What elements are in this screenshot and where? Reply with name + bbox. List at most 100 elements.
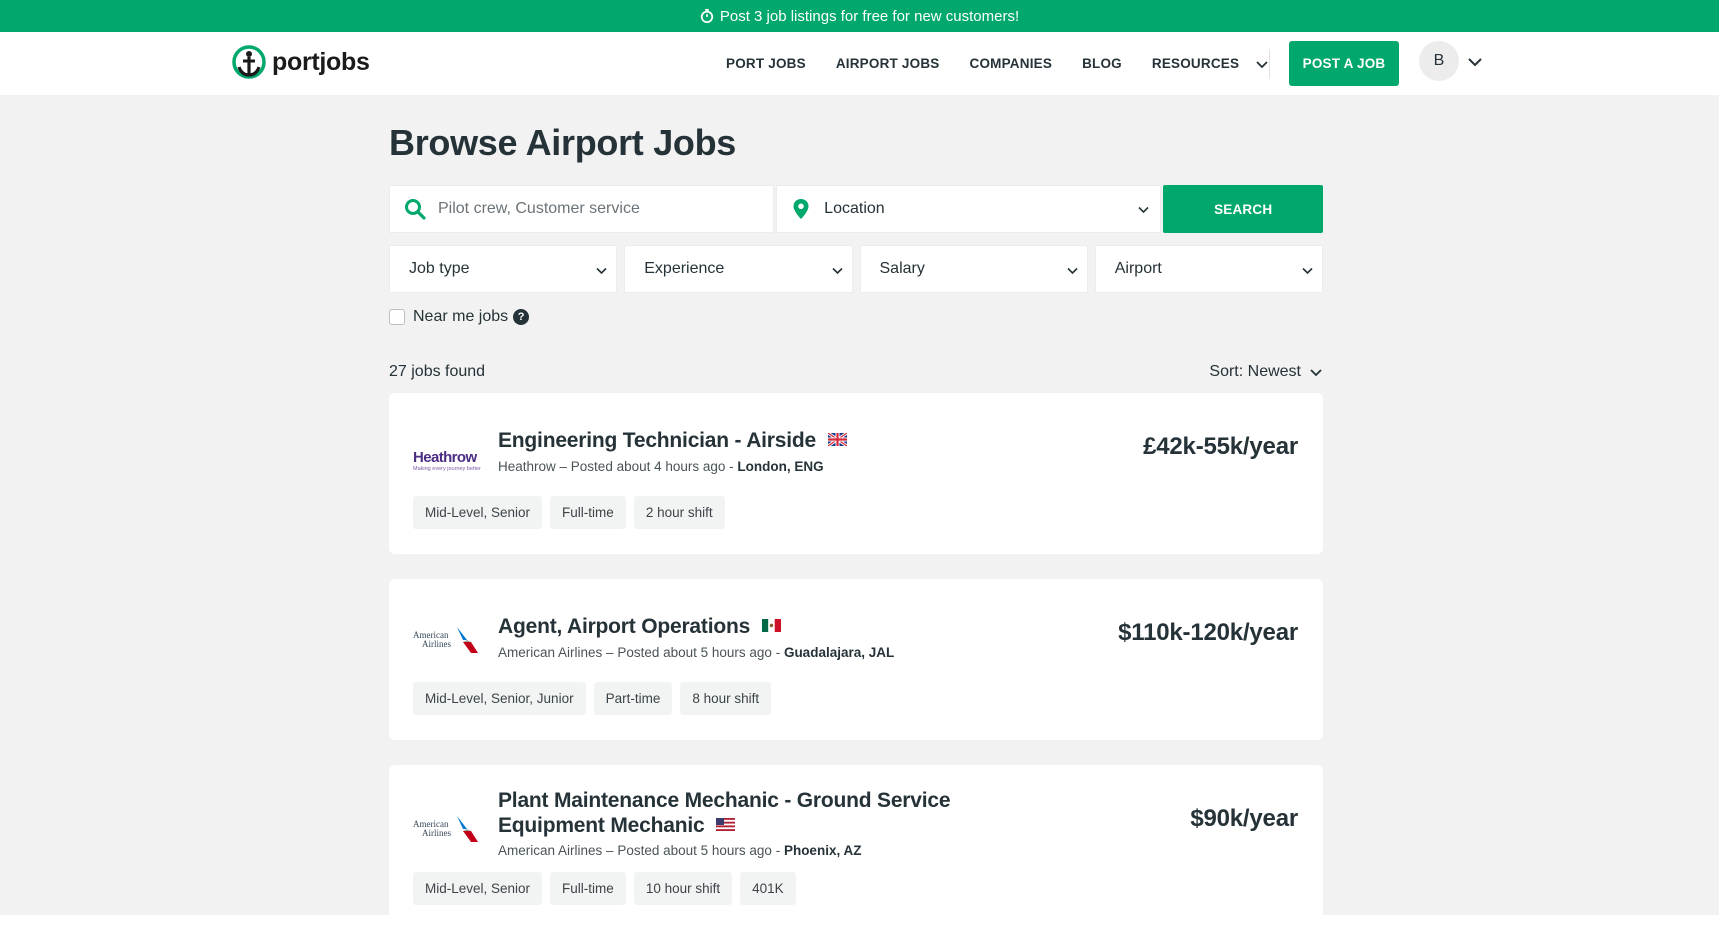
filter-job-type[interactable]: Job type (389, 245, 618, 293)
meta-separator: – (602, 843, 618, 858)
job-title[interactable]: Plant Maintenance Mechanic - Ground Serv… (498, 788, 951, 838)
job-company[interactable]: American Airlines (498, 843, 602, 858)
chevron-down-icon (1302, 267, 1313, 275)
job-tag: 401K (740, 872, 796, 905)
search-button[interactable]: SEARCH (1163, 185, 1323, 233)
job-posted: Posted about 5 hours ago (617, 645, 772, 660)
job-location: Guadalajara, JAL (783, 645, 895, 660)
aa-eagle-icon (457, 816, 478, 842)
location-pin-icon (793, 199, 809, 219)
chevron-down-icon (1310, 369, 1322, 377)
job-card[interactable]: American Airlines Agent, Airport Operati… (389, 579, 1323, 740)
keyword-search-input[interactable] (438, 200, 738, 218)
chevron-down-icon (1067, 267, 1078, 275)
job-tags: Mid-Level, Senior, Junior Part-time 8 ho… (413, 682, 772, 715)
post-a-job-button[interactable]: POST A JOB (1289, 41, 1399, 86)
american-airlines-logo: American Airlines (413, 626, 481, 666)
american-airlines-logo: American Airlines (413, 815, 481, 855)
page-bottom-edge (0, 915, 1719, 927)
nav-resources-label: RESOURCES (1151, 56, 1240, 71)
chevron-down-icon (831, 267, 843, 275)
chevron-down-icon (1138, 206, 1149, 214)
account-chevron-down-icon[interactable] (1467, 54, 1483, 70)
heathrow-logo-subtext: Making every journey better (413, 466, 481, 472)
near-me-checkbox[interactable] (389, 309, 405, 325)
meta-separator: - (725, 459, 738, 474)
job-title-text: Engineering Technician - Airside (498, 429, 816, 452)
near-me-label[interactable]: Near me jobs (413, 308, 508, 326)
job-card[interactable]: Heathrow Making every journey better Eng… (389, 393, 1323, 554)
main-content: Browse Airport Jobs Location SEARCH Job … (389, 95, 1323, 381)
mexico-flag-icon (761, 618, 781, 632)
job-salary: $90k/year (1190, 805, 1298, 832)
job-company[interactable]: Heathrow (498, 459, 556, 474)
meta-separator: – (555, 459, 571, 474)
job-card[interactable]: American Airlines Plant Maintenance Mech… (389, 765, 1323, 915)
avatar[interactable]: B (1419, 41, 1459, 81)
job-tag: Mid-Level, Senior (413, 872, 543, 905)
job-tags: Mid-Level, Senior Full-time 10 hour shif… (413, 872, 796, 905)
nav-port-jobs[interactable]: PORT JOBS (726, 56, 806, 71)
location-select-label: Location (824, 200, 885, 217)
job-salary: £42k-55k/year (1143, 433, 1298, 460)
job-meta: Heathrow – Posted about 4 hours ago - Lo… (498, 459, 824, 474)
job-company[interactable]: American Airlines (498, 645, 602, 660)
meta-separator: - (771, 645, 784, 660)
filter-experience-label: Experience (644, 260, 725, 277)
job-tag: 8 hour shift (680, 682, 772, 715)
filter-row: Job type Experience Salary Airport (389, 245, 1323, 293)
sort-dropdown[interactable]: Sort: Newest (1209, 363, 1323, 381)
results-header: 27 jobs found Sort: Newest (389, 363, 1323, 381)
filter-salary[interactable]: Salary (859, 245, 1088, 293)
filter-salary-label: Salary (879, 260, 925, 277)
location-select[interactable]: Location (776, 185, 1162, 233)
heathrow-logo: Heathrow Making every journey better (413, 443, 481, 483)
chevron-down-icon (596, 267, 607, 275)
meta-separator: - (771, 843, 784, 858)
job-title-line-2: Equipment Mechanic (498, 814, 705, 837)
job-title[interactable]: Engineering Technician - Airside (498, 428, 847, 453)
nav-companies[interactable]: COMPANIES (970, 56, 1053, 71)
nav-airport-jobs[interactable]: AIRPORT JOBS (836, 56, 940, 71)
job-meta: American Airlines – Posted about 5 hours… (498, 843, 861, 858)
filter-airport-label: Airport (1114, 260, 1162, 277)
filter-job-type-label: Job type (409, 260, 470, 277)
job-salary: $110k-120k/year (1118, 619, 1298, 646)
sort-label: Sort: Newest (1209, 363, 1301, 380)
job-title-line-1: Plant Maintenance Mechanic - Ground Serv… (498, 789, 951, 812)
job-title-text: Agent, Airport Operations (498, 615, 751, 638)
nav-resources[interactable]: RESOURCES (1152, 56, 1269, 71)
filter-airport[interactable]: Airport (1094, 245, 1323, 293)
filter-experience[interactable]: Experience (624, 245, 853, 293)
job-location: Phoenix, AZ (783, 843, 862, 858)
job-tag: Full-time (550, 872, 626, 905)
page-title: Browse Airport Jobs (389, 122, 737, 163)
promo-banner: Post 3 job listings for free for new cus… (0, 0, 1719, 32)
chevron-down-icon (1256, 60, 1268, 68)
search-row: Location SEARCH (389, 185, 1323, 233)
job-tag: 2 hour shift (633, 496, 725, 529)
keyword-search-box (389, 185, 775, 233)
job-tag: Mid-Level, Senior (413, 496, 543, 529)
nav-divider (1269, 49, 1270, 79)
job-posted: Posted about 4 hours ago (570, 459, 726, 474)
nav-blog[interactable]: BLOG (1082, 56, 1122, 71)
logo-text: portjobs (272, 47, 370, 76)
uk-flag-icon (827, 432, 847, 446)
job-tag: Full-time (550, 496, 626, 529)
stopwatch-icon (700, 9, 713, 23)
job-meta: American Airlines – Posted about 5 hours… (498, 645, 894, 660)
promo-text: Post 3 job listings for free for new cus… (719, 7, 1020, 25)
job-tag: Mid-Level, Senior, Junior (413, 682, 586, 715)
help-icon[interactable]: ? (513, 309, 530, 325)
logo[interactable]: portjobs (232, 45, 370, 79)
jobs-count: 27 jobs found (389, 363, 486, 380)
near-me-row: Near me jobs ? (389, 308, 1323, 326)
heathrow-logo-text: Heathrow (413, 449, 477, 466)
nav-links: PORT JOBS AIRPORT JOBS COMPANIES BLOG RE… (726, 32, 1299, 95)
job-tag: Part-time (593, 682, 673, 715)
job-location: London, ENG (737, 459, 824, 474)
job-title[interactable]: Agent, Airport Operations (498, 614, 781, 639)
aa-eagle-icon (457, 627, 478, 653)
us-flag-icon (716, 817, 736, 831)
